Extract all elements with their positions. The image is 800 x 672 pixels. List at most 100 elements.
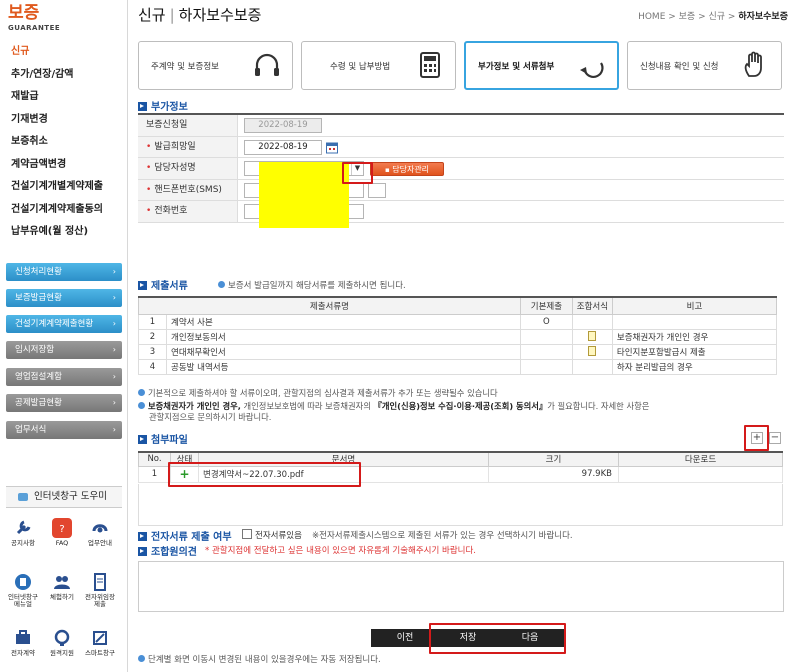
step-payment[interactable]: 수령 및 납부방법	[301, 41, 456, 90]
sidebar-item-cancel[interactable]: 보증취소	[11, 132, 48, 147]
info-bullet-icon	[138, 402, 145, 409]
side-button-application-status[interactable]: 신청처리현황 ›	[6, 263, 122, 281]
help-guide[interactable]: 업무안내	[83, 518, 117, 547]
row-remark	[611, 313, 778, 330]
footnote-bold: 『개인(신용)정보 수집·이용·제공(조회) 동의서』	[373, 401, 548, 411]
table-row: 3 연대채무확인서 타인지분포함발급시 제출	[138, 343, 778, 360]
column-remark: 비고	[611, 296, 778, 315]
faq-icon: ?	[52, 518, 72, 538]
side-button-temp-storage[interactable]: 임시저장함 ›	[6, 341, 122, 359]
sidebar-item-modify[interactable]: 기재변경	[11, 110, 48, 125]
help-proxy[interactable]: 전자위임장 제출	[83, 572, 117, 608]
required-mark: •	[146, 141, 152, 152]
required-mark: •	[146, 206, 152, 216]
chevron-right-icon: ›	[112, 398, 116, 407]
help-icon-label: FAQ	[55, 539, 69, 547]
sidebar-item-amount-change[interactable]: 계약금액변경	[11, 155, 66, 170]
footnote-bold: 보증채권자가 개인인 경우,	[148, 401, 241, 411]
table-row[interactable]: 1 + 변경계약서~22.07.30.pdf 97.9KB	[138, 465, 783, 483]
form-row-apply-date: 보증신청일 2022-08-19	[138, 115, 784, 137]
section-docs: 제출서류	[138, 277, 188, 292]
required-mark: •	[146, 184, 152, 195]
help-notice[interactable]: 공지사항	[6, 518, 40, 547]
help-icon-label: 전자위임장 제출	[85, 593, 115, 608]
side-button-branch-design[interactable]: 영업점설계함 ›	[6, 368, 122, 386]
calendar-icon[interactable]	[326, 141, 338, 154]
help-manual[interactable]: 인터넷창구 메뉴얼	[6, 572, 40, 608]
status-plus-icon: +	[170, 465, 199, 483]
sidebar-item-deferral[interactable]: 납부유예(월 정산)	[11, 222, 88, 237]
row-no: 1	[138, 313, 167, 330]
step-label: 부가정보 및 서류첨부	[478, 61, 555, 72]
column-download: 다운로드	[618, 451, 783, 467]
sidebar-item-extend[interactable]: 추가/연장/감액	[11, 65, 74, 80]
row-basic: O	[519, 313, 573, 330]
chevron-right-icon: ›	[112, 372, 116, 381]
manager-manage-button[interactable]: ▪ 담당자관리	[370, 162, 444, 176]
side-button-label: 업무서식	[15, 425, 47, 435]
prev-button[interactable]: 이전	[371, 629, 439, 647]
docs-footnote-2-line2: 관할지점으로 문의하시기 바랍니다.	[149, 412, 272, 422]
page-title: 신규 | 하자보수보증	[138, 4, 261, 25]
issue-date-field[interactable]: 2022-08-19	[244, 139, 322, 155]
field-value: 2022-08-19	[238, 137, 784, 158]
row-form[interactable]	[571, 328, 613, 345]
docs-footnote-1: 기본적으로 제출하셔야 할 서류이오며, 관할지점의 심사결과 제출서류가 추가…	[138, 387, 498, 399]
step-label: 주계약 및 보증정보	[151, 61, 219, 72]
row-doc-name: 연대채무확인서	[166, 343, 521, 360]
help-experience[interactable]: 체험하기	[45, 572, 79, 601]
row-basic	[519, 358, 573, 375]
help-remote[interactable]: 원격지원	[45, 628, 79, 657]
row-doc-name: 공동발 내역서등	[166, 358, 521, 375]
step-contract-info[interactable]: 주계약 및 보증정보	[138, 41, 293, 90]
side-button-issue-status[interactable]: 보증발급현황 ›	[6, 289, 122, 307]
sidebar-item-new[interactable]: 신규	[11, 42, 29, 57]
apply-date-field: 2022-08-19	[244, 118, 322, 133]
table-row: 1 계약서 사본 O	[138, 313, 778, 330]
step-attachments[interactable]: 부가정보 및 서류첨부	[464, 41, 619, 90]
help-faq[interactable]: ? FAQ	[45, 518, 79, 547]
sidebar-item-machine-contract[interactable]: 건설기계개별계약제출	[11, 177, 103, 192]
form-document-icon[interactable]	[588, 346, 597, 357]
sidebar-item-reissue[interactable]: 재발급	[11, 87, 39, 102]
field-value: 2022-08-19	[238, 115, 784, 136]
help-e-contract[interactable]: 전자계약	[6, 628, 40, 657]
chevron-down-icon[interactable]: ▼	[351, 162, 363, 175]
logo-title: 보증	[8, 3, 40, 23]
next-button[interactable]: 다음	[496, 629, 564, 647]
breadcrumb-new[interactable]: 신규	[708, 12, 725, 22]
form-row-manager-name: • 담당자성명 ▼ ▪ 담당자관리	[138, 158, 784, 180]
side-button-machine-status[interactable]: 건설기계계약제출현황 ›	[6, 315, 122, 333]
breadcrumb-guarantee[interactable]: 보증	[679, 12, 696, 22]
document-icon	[90, 572, 110, 592]
row-file-name[interactable]: 변경계약서~22.07.30.pdf	[198, 465, 489, 483]
save-button[interactable]: 저장	[434, 629, 502, 647]
side-button-forms[interactable]: 업무서식 ›	[6, 421, 122, 439]
row-form[interactable]	[571, 343, 613, 360]
field-label: 보증신청일	[138, 115, 238, 136]
form-document-icon[interactable]	[588, 331, 597, 342]
mobile-field-extra[interactable]	[368, 182, 386, 198]
add-file-button[interactable]: +	[751, 432, 763, 444]
e-docs-checkbox-label[interactable]: 전자서류있음	[255, 529, 302, 541]
breadcrumb-home[interactable]: HOME	[638, 12, 665, 22]
help-smart[interactable]: 스마트창구	[83, 628, 117, 657]
help-icon-label: 업무안내	[88, 539, 112, 547]
side-button-mutual-issue[interactable]: 공제발급현황 ›	[6, 394, 122, 412]
step-confirm[interactable]: 신청내용 확인 및 신청	[627, 41, 782, 90]
column-status: 상태	[170, 451, 199, 467]
sidebar-item-machine-consent[interactable]: 건설기계계약제출동의	[11, 200, 103, 215]
row-no: 3	[138, 343, 167, 360]
row-download[interactable]	[618, 465, 783, 483]
breadcrumb-current: 하자보수보증	[738, 12, 788, 22]
field-label-text: 전화번호	[154, 206, 188, 216]
opinion-textarea[interactable]	[138, 561, 784, 612]
hand-icon	[744, 51, 762, 77]
table-header: 제출서류명 기본제출 조합서식 비고	[138, 296, 778, 315]
remove-file-button[interactable]: −	[769, 432, 781, 444]
docs-table: 제출서류명 기본제출 조합서식 비고 1 계약서 사본 O 2 개인정보동의서 …	[138, 296, 778, 375]
e-docs-checkbox[interactable]	[242, 529, 252, 539]
wrench-icon	[13, 518, 33, 538]
arrow-loop-icon	[580, 62, 604, 78]
chevron-right-icon: ›	[112, 267, 116, 276]
